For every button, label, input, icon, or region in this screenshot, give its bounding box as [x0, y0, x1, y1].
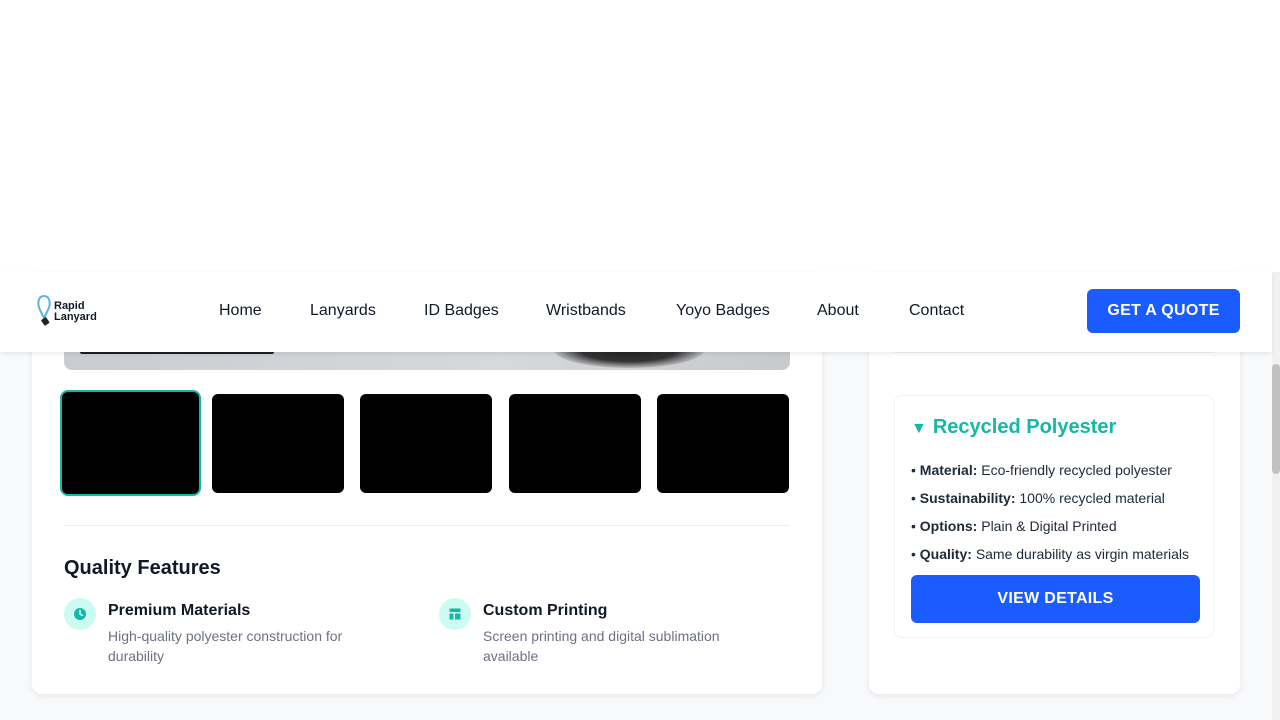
main-navigation: Rapid Lanyard Home Lanyards ID Badges Wr…	[0, 272, 1272, 352]
nav-item-contact[interactable]: Contact	[909, 302, 964, 320]
product-title-text: Recycled Polyester	[932, 416, 1117, 438]
feature-description: Screen printing and digital sublimation …	[483, 628, 720, 664]
quality-features-title: Quality Features	[64, 557, 221, 579]
logo-line-2: Lanyard	[54, 311, 97, 323]
feature-description: High-quality polyester construction for …	[108, 628, 343, 664]
spec-value: Eco-friendly recycled polyester	[981, 462, 1172, 478]
spec-value: Plain & Digital Printed	[981, 518, 1117, 534]
spec-label: Quality:	[919, 546, 972, 562]
spec-label: Material:	[919, 462, 978, 478]
spec-value: Same durability as virgin materials	[975, 546, 1190, 562]
thumbnail-3[interactable]	[360, 394, 492, 493]
spec-label: Options:	[919, 518, 978, 534]
spec-label: Sustainability:	[919, 490, 1016, 506]
thumbnail-5[interactable]	[657, 394, 789, 493]
get-a-quote-button[interactable]: GET A QUOTE	[1087, 289, 1240, 333]
spec-item: • Options: Plain & Digital Printed	[911, 518, 1117, 534]
blank-header-area	[0, 0, 1280, 272]
thumbnail-4[interactable]	[509, 394, 641, 493]
feature-title: Custom Printing	[483, 602, 608, 619]
logo-text: Rapid Lanyard	[54, 301, 97, 323]
product-spec-list: • Material: Eco-friendly recycled polyes…	[911, 456, 1189, 568]
product-title: ▼ Recycled Polyester	[911, 416, 1116, 439]
spec-item: • Sustainability: 100% recycled material	[911, 490, 1165, 506]
nav-item-yoyo-badges[interactable]: Yoyo Badges	[676, 302, 770, 320]
feature-title: Premium Materials	[108, 602, 251, 619]
spec-value: 100% recycled material	[1019, 490, 1165, 506]
page-scrollbar[interactable]	[1272, 272, 1280, 720]
nav-item-about[interactable]: About	[817, 302, 859, 320]
triangle-down-icon: ▼	[911, 420, 927, 437]
thumbnail-1[interactable]	[60, 390, 201, 496]
product-card-recycled-polyester: ▼ Recycled Polyester • Material: Eco-frie…	[894, 395, 1214, 638]
nav-item-home[interactable]: Home	[219, 302, 262, 320]
spec-item: • Quality: Same durability as virgin mat…	[911, 546, 1190, 562]
view-details-button[interactable]: VIEW DETAILS	[911, 575, 1200, 623]
layout-icon	[439, 598, 471, 630]
lanyard-logo-icon	[37, 294, 51, 326]
nav-item-wristbands[interactable]: Wristbands	[546, 302, 626, 320]
clock-icon	[64, 598, 96, 630]
nav-item-id-badges[interactable]: ID Badges	[424, 302, 499, 320]
scrollbar-thumb[interactable]	[1272, 364, 1280, 474]
nav-item-lanyards[interactable]: Lanyards	[310, 302, 376, 320]
spec-item: • Material: Eco-friendly recycled polyes…	[911, 462, 1172, 478]
section-divider	[64, 525, 790, 526]
rapid-lanyard-logo[interactable]: Rapid Lanyard	[36, 294, 100, 330]
previous-card-edge	[894, 352, 1214, 353]
thumbnail-2[interactable]	[212, 394, 344, 493]
